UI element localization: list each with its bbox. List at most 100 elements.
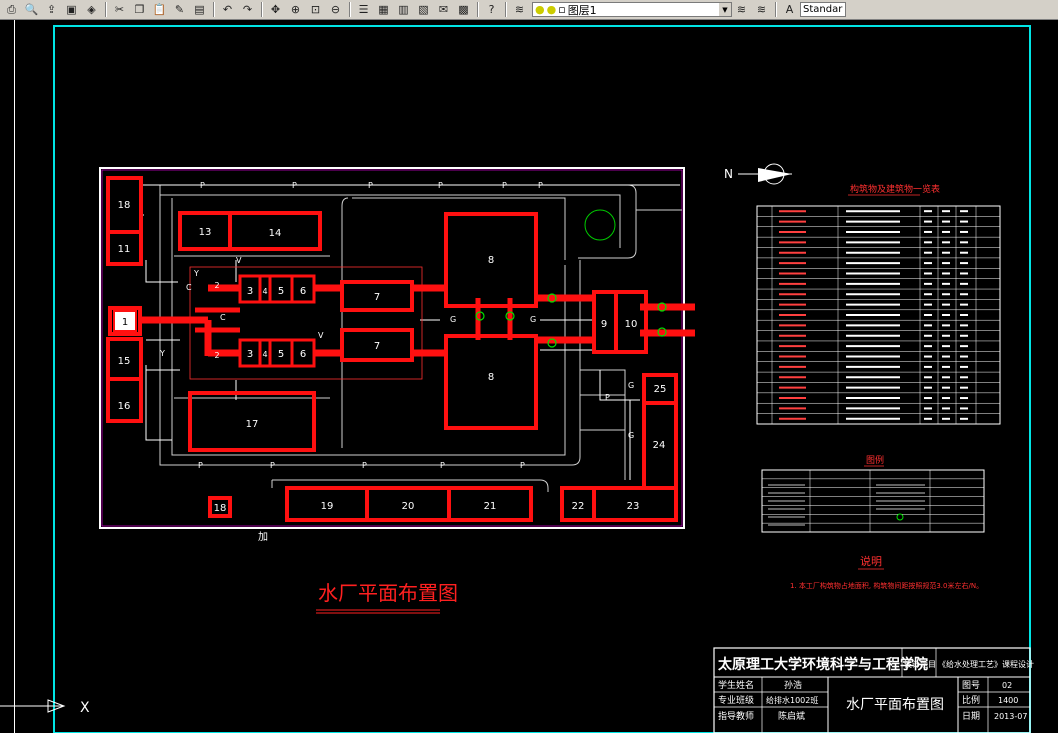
building-16 <box>106 377 143 423</box>
advisor: 陈启斌 <box>778 710 805 722</box>
pan-icon[interactable]: ✥ <box>266 1 285 18</box>
toolbar-separator <box>349 2 351 17</box>
label-building-20: 20 <box>402 501 415 512</box>
label-building-14: 14 <box>269 228 282 239</box>
label-building-5b: 5 <box>278 349 284 360</box>
text-style-icon[interactable]: A <box>780 1 799 18</box>
calculator-icon[interactable]: ▩ <box>454 1 473 18</box>
properties-icon[interactable]: ☰ <box>354 1 373 18</box>
label-building-4b: 4 <box>262 350 267 359</box>
notes-title: 说明 <box>860 554 882 568</box>
sheet-number: 02 <box>1002 681 1012 690</box>
north-arrow: N <box>724 163 792 185</box>
zoom-realtime-icon[interactable]: ⊕ <box>286 1 305 18</box>
pipe-label-g3: G <box>628 381 634 390</box>
label-building-2b: 2 <box>214 351 219 360</box>
label-building-10: 10 <box>625 319 638 330</box>
ucs-x-label: X <box>80 700 90 716</box>
pipe-label-p8: P <box>270 461 275 470</box>
label-building-17: 17 <box>246 419 259 430</box>
label-building-8a: 8 <box>488 255 494 266</box>
drawing-name: 水厂平面布置图 <box>846 697 944 713</box>
label-building-19: 19 <box>321 501 334 512</box>
layer-dropdown[interactable]: ● ● ▫ 图层1 ▼ <box>532 2 732 17</box>
zoom-window-icon[interactable]: ⊡ <box>306 1 325 18</box>
structure-table-title: 构筑物及建筑物一览表 <box>850 183 940 195</box>
label-building-15: 15 <box>118 356 131 367</box>
chevron-down-icon: ▼ <box>719 3 731 16</box>
label-building-8b: 8 <box>488 372 494 383</box>
cut-icon[interactable]: ✂ <box>110 1 129 18</box>
plot-icon[interactable]: ▣ <box>62 1 81 18</box>
label-building-9: 9 <box>601 319 607 330</box>
print-icon[interactable]: ⎙ <box>2 1 21 18</box>
ucs-icon: X <box>0 699 90 716</box>
label-building-3b: 3 <box>247 349 253 360</box>
lightbulb-icon: ● <box>535 3 545 16</box>
undo-icon[interactable]: ↶ <box>218 1 237 18</box>
pipe-label-p5: P <box>502 181 507 190</box>
lock-icon: ▫ <box>558 3 566 16</box>
label-building-18: 18 <box>214 503 227 514</box>
layer-previous-icon[interactable]: ≋ <box>732 1 751 18</box>
label-building-6b: 6 <box>300 349 306 360</box>
pipe-label-p2: P <box>292 181 297 190</box>
drawing-canvas[interactable]: 1 11 18 15 16 13 14 17 18 19 20 21 22 23… <box>0 20 1058 733</box>
pipe-label-p7: P <box>198 461 203 470</box>
drawing-border-left-line <box>14 20 15 733</box>
pipe-label-p12: P <box>605 393 610 402</box>
north-label: N <box>724 167 733 181</box>
label-building-16: 16 <box>118 401 131 412</box>
date-label: 日期 <box>962 711 980 722</box>
tool-palette-icon[interactable]: ▥ <box>394 1 413 18</box>
redo-icon[interactable]: ↷ <box>238 1 257 18</box>
zoom-previous-icon[interactable]: ⊖ <box>326 1 345 18</box>
paste-icon[interactable]: 📋 <box>150 1 169 18</box>
help-icon[interactable]: ? <box>482 1 501 18</box>
legend-title: 图例 <box>866 454 884 466</box>
markup-icon[interactable]: ✉ <box>434 1 453 18</box>
pipe-label-p6: P <box>538 181 543 190</box>
title-block: 太原理工大学环境科学与工程学院 设计题目 《给水处理工艺》课程设计 学生姓名 孙… <box>713 647 1034 733</box>
pipe-label-p9: P <box>362 461 367 470</box>
pipe-label-c1: C <box>186 283 192 292</box>
pipe-label-v2: V <box>318 331 324 340</box>
legend-table: 图例 <box>761 454 985 533</box>
school-name: 太原理工大学环境科学与工程学院 <box>718 656 928 673</box>
label-building-24: 24 <box>653 440 666 451</box>
block-editor-icon[interactable]: ▤ <box>190 1 209 18</box>
layer-manager-icon[interactable]: ≋ <box>510 1 529 18</box>
student-name: 孙浩 <box>784 679 802 691</box>
pipe-label-g2: G <box>530 315 536 324</box>
3d-dwf-icon[interactable]: ◈ <box>82 1 101 18</box>
label-building-22: 22 <box>572 501 585 512</box>
pipe-label-v1: V <box>236 256 242 265</box>
toolbar-separator <box>213 2 215 17</box>
layer-name: 图层1 <box>567 3 597 17</box>
toolbar-separator <box>105 2 107 17</box>
match-properties-icon[interactable]: ✎ <box>170 1 189 18</box>
publish-icon[interactable]: ⇪ <box>42 1 61 18</box>
roads <box>159 184 682 492</box>
tree-symbol <box>584 209 616 241</box>
label-building-2a: 2 <box>214 281 219 290</box>
pipe-label-g1: G <box>450 315 456 324</box>
text-style-dropdown[interactable]: Standar <box>800 2 846 17</box>
date-value: 2013-07 <box>994 712 1027 721</box>
layer-state-icon[interactable]: ≋ <box>752 1 771 18</box>
advisor-label: 指导教师 <box>718 710 754 722</box>
toolbar-separator <box>477 2 479 17</box>
pipe-label-p11: P <box>520 461 525 470</box>
print-preview-icon[interactable]: 🔍 <box>22 1 41 18</box>
toolbar-separator <box>505 2 507 17</box>
site-boundary <box>99 167 685 529</box>
sheet-set-icon[interactable]: ▧ <box>414 1 433 18</box>
pipe-label-g4: G <box>628 431 634 440</box>
structure-table: 构筑物及建筑物一览表 <box>756 183 1001 425</box>
label-building-23: 23 <box>627 501 640 512</box>
design-center-icon[interactable]: ▦ <box>374 1 393 18</box>
design-topic: 《给水处理工艺》课程设计 <box>938 659 1034 669</box>
major: 给排水1002班 <box>766 695 818 705</box>
major-label: 专业班级 <box>718 694 754 706</box>
copy-icon[interactable]: ❐ <box>130 1 149 18</box>
